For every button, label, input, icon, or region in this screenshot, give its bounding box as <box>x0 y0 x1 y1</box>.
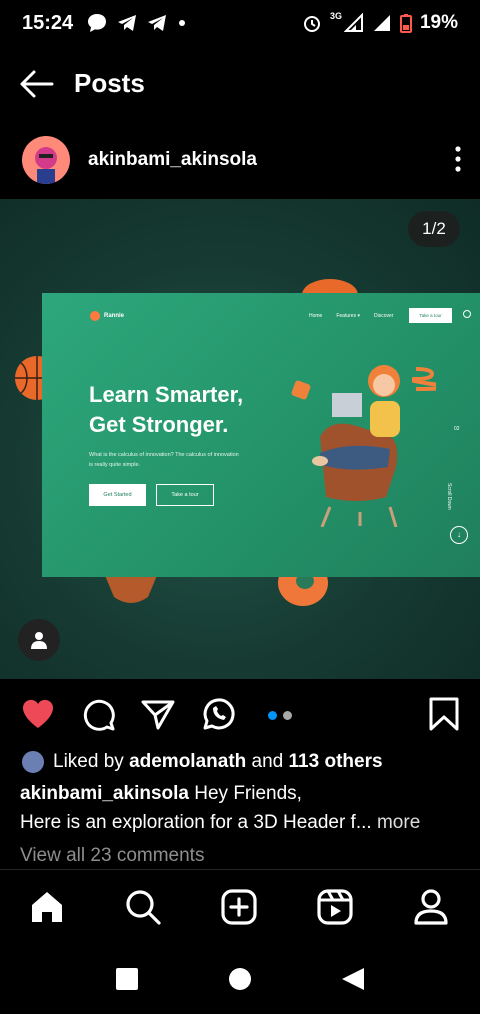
post-username[interactable]: akinbami_akinsola <box>88 149 257 171</box>
profile-icon[interactable] <box>412 888 450 926</box>
network-type: 3G <box>329 11 342 21</box>
likes-others[interactable]: 113 others <box>289 751 383 773</box>
website-mockup: Rannie Home Features ▾ Discover Take a t… <box>42 293 480 577</box>
carousel-dots <box>268 711 292 720</box>
page-title: Posts <box>74 68 145 98</box>
tagged-users-button[interactable] <box>18 619 60 661</box>
signal-icon <box>343 13 363 32</box>
alarm-icon <box>303 16 320 32</box>
spring-shape-icon <box>412 367 436 391</box>
system-nav-bar <box>0 945 480 1014</box>
caption: akinbami_akinsola Hey Friends, <box>20 783 302 805</box>
chat-icon <box>88 14 106 32</box>
likes-summary[interactable]: Liked by ademolanath and 113 others <box>20 749 383 775</box>
likes-middle: and <box>251 751 284 772</box>
bookmark-icon[interactable] <box>426 696 462 732</box>
mockup-primary-button: Get Started <box>89 484 146 506</box>
signal-icon <box>373 15 390 31</box>
heart-icon[interactable] <box>20 696 56 732</box>
caption-text-line2: Here is an exploration for a 3D Header f… <box>20 812 372 833</box>
post-actions <box>0 692 480 738</box>
comment-icon[interactable] <box>80 696 116 732</box>
back-triangle-icon[interactable] <box>340 966 366 992</box>
arrow-left-icon[interactable] <box>18 68 54 100</box>
mockup-arrow-down-icon: ↓ <box>450 526 468 544</box>
user-icon <box>31 632 47 649</box>
status-right: 3G 19% <box>302 11 458 34</box>
reels-icon[interactable] <box>316 888 354 926</box>
caption-more-link[interactable]: more <box>377 812 420 833</box>
mockup-logo: Rannie <box>90 311 124 321</box>
mockup-nav-item: Features ▾ <box>336 313 360 319</box>
mockup-nav-item: Discover <box>373 313 394 319</box>
view-comments-link[interactable]: View all 23 comments <box>20 845 204 867</box>
mockup-subtext: What is the calculus of innovation? The … <box>89 452 239 468</box>
carousel-dot-active <box>268 711 277 720</box>
home-circle-icon[interactable] <box>227 966 253 992</box>
mockup-scroll-label: Scroll Down <box>446 483 452 510</box>
whatsapp-icon[interactable] <box>200 696 236 732</box>
create-icon[interactable] <box>220 888 258 926</box>
caption-continued: Here is an exploration for a 3D Header f… <box>20 812 420 834</box>
dot-icon <box>179 20 185 26</box>
liker-avatar <box>20 749 46 775</box>
search-icon[interactable] <box>124 888 162 926</box>
likes-prefix: Liked by <box>53 751 124 772</box>
more-vertical-icon[interactable] <box>450 144 466 174</box>
share-icon[interactable] <box>140 696 176 732</box>
telegram-icon <box>118 15 136 31</box>
mockup-nav-item: Home <box>309 313 323 319</box>
bottom-nav <box>0 869 480 945</box>
status-time: 15:24 <box>22 12 74 34</box>
post-media[interactable]: Rannie Home Features ▾ Discover Take a t… <box>0 199 480 679</box>
page-indicator: 1/2 <box>408 211 460 247</box>
status-bar: 15:24 3G 19% <box>0 0 480 50</box>
notification-icons <box>86 12 188 34</box>
recents-icon[interactable] <box>114 966 140 992</box>
home-icon[interactable] <box>28 888 66 926</box>
telegram-icon <box>148 15 166 31</box>
likes-user[interactable]: ademolanath <box>129 751 246 773</box>
battery-percent: 19% <box>419 12 458 33</box>
mockup-headline: Learn Smarter, Get Stronger. <box>89 382 244 437</box>
header: Posts <box>0 50 480 120</box>
carousel-dot <box>283 711 292 720</box>
caption-username[interactable]: akinbami_akinsola <box>20 783 189 804</box>
caption-text: Hey Friends, <box>194 783 302 804</box>
mockup-slide-counter: 02 <box>454 426 460 432</box>
avatar[interactable] <box>22 136 70 184</box>
mockup-secondary-button: Take a tour <box>156 484 214 506</box>
post-header: akinbami_akinsola <box>0 134 480 186</box>
cube-shape-icon <box>291 380 311 400</box>
block-shape-icon <box>104 573 158 603</box>
character-illustration <box>312 365 400 527</box>
mockup-nav: Home Features ▾ Discover <box>309 313 393 319</box>
mockup-cta: Take a tour <box>409 308 452 323</box>
mockup-search-icon <box>463 310 471 318</box>
battery-low-icon <box>399 14 412 33</box>
